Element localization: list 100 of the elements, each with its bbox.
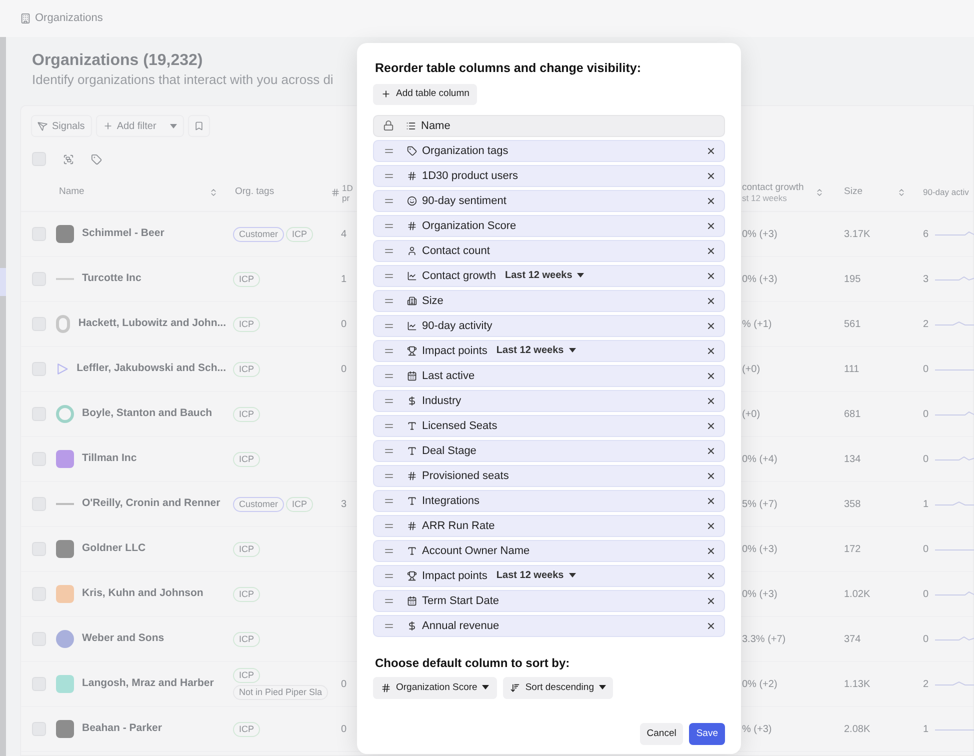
- column-item[interactable]: Industry: [373, 390, 725, 412]
- table-cell-text: (+0): [742, 408, 760, 422]
- organization-name[interactable]: Langosh, Mraz and Harber: [82, 676, 214, 692]
- row-checkbox[interactable]: [32, 497, 46, 511]
- sort-order-dropdown[interactable]: Sort descending: [503, 676, 613, 699]
- column-item[interactable]: Impact points Last 12 weeks: [373, 340, 725, 362]
- remove-icon[interactable]: [706, 170, 716, 181]
- column-name: Annual revenue: [422, 618, 500, 634]
- table-cell-text: 2: [923, 318, 929, 332]
- column-item[interactable]: Organization tags: [373, 140, 725, 162]
- table-cell-text: 358: [844, 498, 861, 512]
- column-item[interactable]: Integrations: [373, 490, 725, 512]
- organization-name[interactable]: Beahan - Parker: [82, 721, 162, 737]
- column-item[interactable]: Organization Score: [373, 214, 725, 237]
- column-name: Deal Stage: [422, 444, 476, 458]
- remove-icon[interactable]: [706, 196, 716, 206]
- organization-name[interactable]: Tillman Inc: [82, 451, 137, 467]
- table-cell-text: 1: [341, 272, 347, 286]
- column-name: Industry: [422, 394, 462, 408]
- organization-name[interactable]: Boyle, Stanton and Bauch: [82, 406, 212, 422]
- column-item[interactable]: Contact count: [373, 240, 725, 262]
- column-item[interactable]: Licensed Seats: [373, 414, 725, 437]
- remove-icon[interactable]: [706, 220, 716, 231]
- column-item[interactable]: 90-day sentiment: [373, 190, 725, 212]
- bookmark-icon: [194, 121, 204, 131]
- remove-icon[interactable]: [706, 320, 716, 331]
- column-name: Account Owner Name: [422, 544, 530, 558]
- organization-name[interactable]: Turcotte Inc: [82, 271, 142, 287]
- remove-icon[interactable]: [706, 570, 716, 581]
- column-item[interactable]: Account Owner Name: [373, 540, 725, 562]
- table-cell-text: (+0): [742, 362, 760, 376]
- tag-pill: ICP: [233, 316, 260, 332]
- organization-name[interactable]: Weber and Sons: [82, 631, 164, 647]
- row-checkbox[interactable]: [32, 677, 46, 691]
- row-checkbox[interactable]: [32, 452, 46, 466]
- remove-icon[interactable]: [706, 496, 716, 506]
- organization-name[interactable]: Hackett, Lubowitz and John...: [78, 316, 226, 332]
- remove-icon[interactable]: [706, 346, 716, 356]
- remove-icon[interactable]: [706, 520, 716, 531]
- remove-icon[interactable]: [706, 246, 716, 256]
- remove-icon[interactable]: [706, 146, 716, 156]
- column-header: Name: [59, 185, 84, 200]
- organization-name[interactable]: O'Reilly, Cronin and Renner: [82, 496, 220, 512]
- sparkline: [932, 320, 974, 328]
- period-dropdown[interactable]: Last 12 weeks: [504, 268, 584, 284]
- row-checkbox[interactable]: [32, 632, 46, 646]
- column-item[interactable]: Contact growth Last 12 weeks: [373, 264, 725, 287]
- organization-name[interactable]: Goldner LLC: [82, 541, 146, 557]
- table-cell-text: 1.02K: [844, 588, 870, 602]
- organization-name[interactable]: Kris, Kuhn and Johnson: [82, 586, 204, 602]
- row-checkbox[interactable]: [32, 272, 46, 286]
- organization-name[interactable]: Leffler, Jakubowski and Sch...: [76, 361, 226, 377]
- column-item[interactable]: 90-day activity: [373, 314, 725, 337]
- remove-icon[interactable]: [706, 296, 716, 306]
- column-item[interactable]: Deal Stage: [373, 440, 725, 462]
- period-dropdown[interactable]: Last 12 weeks: [496, 568, 576, 584]
- caret-icon: [170, 124, 178, 128]
- row-checkbox[interactable]: [32, 587, 46, 601]
- row-checkbox[interactable]: [32, 722, 46, 736]
- column-name: 1D30 product users: [422, 168, 518, 184]
- column-subheader: st 12 weeks: [742, 192, 788, 204]
- column-item[interactable]: Size: [373, 290, 725, 312]
- bookmark-button[interactable]: [188, 115, 210, 137]
- sort-icon: [897, 188, 906, 197]
- row-checkbox[interactable]: [32, 362, 46, 376]
- column-item[interactable]: Provisioned seats: [373, 464, 725, 487]
- row-checkbox[interactable]: [32, 317, 46, 331]
- remove-icon[interactable]: [706, 596, 716, 606]
- sort-column-dropdown[interactable]: Organization Score: [373, 676, 498, 699]
- remove-icon[interactable]: [706, 620, 716, 631]
- save-button[interactable]: Save: [689, 722, 725, 745]
- row-checkbox[interactable]: [32, 407, 46, 421]
- tag-pill: ICP: [233, 542, 260, 556]
- tag-pill: Customer: [233, 496, 284, 512]
- column-item[interactable]: 1D30 product users: [373, 164, 725, 187]
- remove-icon[interactable]: [706, 270, 716, 281]
- remove-icon[interactable]: [706, 446, 716, 456]
- column-item[interactable]: Last active: [373, 364, 725, 387]
- column-header: Size: [844, 185, 862, 200]
- column-item[interactable]: Term Start Date: [373, 590, 725, 612]
- table-cell-text: 0: [923, 588, 929, 602]
- select-all-checkbox[interactable]: [32, 152, 46, 166]
- remove-icon[interactable]: [706, 370, 716, 381]
- remove-icon[interactable]: [706, 396, 716, 406]
- column-item[interactable]: ARR Run Rate: [373, 514, 725, 537]
- row-checkbox[interactable]: [32, 542, 46, 556]
- column-item[interactable]: Name: [373, 114, 725, 137]
- remove-icon[interactable]: [706, 420, 716, 431]
- row-checkbox[interactable]: [32, 227, 46, 241]
- remove-icon[interactable]: [706, 470, 716, 481]
- table-cell-text: 172: [844, 542, 861, 556]
- cancel-button[interactable]: Cancel: [640, 722, 684, 745]
- add-column-button[interactable]: Add table column: [373, 84, 478, 105]
- column-name: Impact points: [422, 344, 488, 358]
- organization-name[interactable]: Schimmel - Beer: [82, 226, 164, 242]
- column-item[interactable]: Annual revenue: [373, 614, 725, 637]
- column-name: Organization Score: [422, 218, 516, 234]
- period-dropdown[interactable]: Last 12 weeks: [496, 343, 576, 358]
- remove-icon[interactable]: [706, 546, 716, 556]
- column-item[interactable]: Impact points Last 12 weeks: [373, 564, 725, 587]
